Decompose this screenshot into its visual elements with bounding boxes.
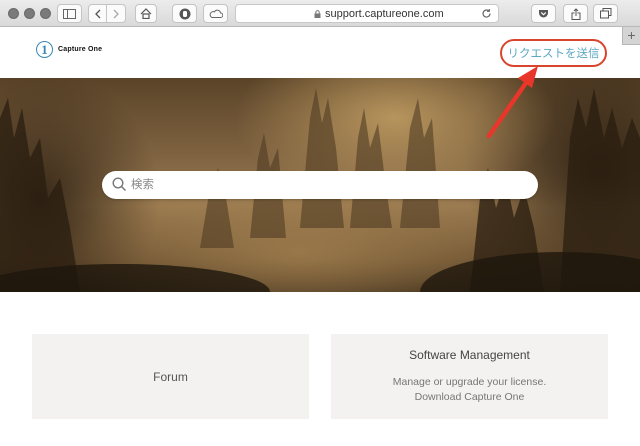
software-management-card[interactable]: Software Management Manage or upgrade yo… [331,334,608,419]
submit-request-label: リクエストを送信 [507,48,600,60]
software-card-line: Download Capture One [414,391,525,403]
share-icon [571,7,580,20]
forum-card-title: Forum [153,369,188,384]
reload-icon[interactable] [481,8,492,19]
tabs-overview-button[interactable] [593,4,618,23]
tabs-icon [599,8,611,19]
share-button[interactable] [563,4,588,23]
capture-one-logo-icon: 1 [36,41,53,58]
shield-icon [179,8,190,19]
chevron-left-icon [95,9,101,18]
browser-toolbar: support.captureone.com [0,0,640,27]
pocket-icon [539,9,548,17]
forward-button[interactable] [107,4,126,23]
logo-text: Capture One [58,46,103,53]
new-tab-button[interactable]: + [622,27,640,45]
search-bar[interactable] [102,171,538,199]
search-input[interactable] [131,175,521,195]
search-icon [112,177,127,192]
home-icon [140,8,152,19]
software-card-title: Software Management [409,348,530,362]
extension-button[interactable] [172,4,197,23]
minimize-window-button[interactable] [24,8,35,19]
sidebar-icon [63,8,76,19]
lock-icon [314,10,321,18]
software-card-line: Manage or upgrade your license. [392,376,547,388]
url-text: support.captureone.com [325,8,444,20]
site-logo[interactable]: 1 Capture One [36,41,102,58]
chevron-right-icon [113,9,119,18]
zoom-window-button[interactable] [40,8,51,19]
home-button[interactable] [135,4,157,23]
sidebar-toggle-button[interactable] [57,4,82,23]
address-bar[interactable]: support.captureone.com [235,4,499,23]
hero-banner [0,78,640,292]
submit-request-link[interactable]: リクエストを送信 [500,39,607,67]
extension-pocket-button[interactable] [531,4,556,23]
forum-card[interactable]: Forum [32,334,309,419]
back-button[interactable] [88,4,107,23]
cloud-button[interactable] [203,4,228,23]
cloud-icon [209,9,223,18]
close-window-button[interactable] [8,8,19,19]
